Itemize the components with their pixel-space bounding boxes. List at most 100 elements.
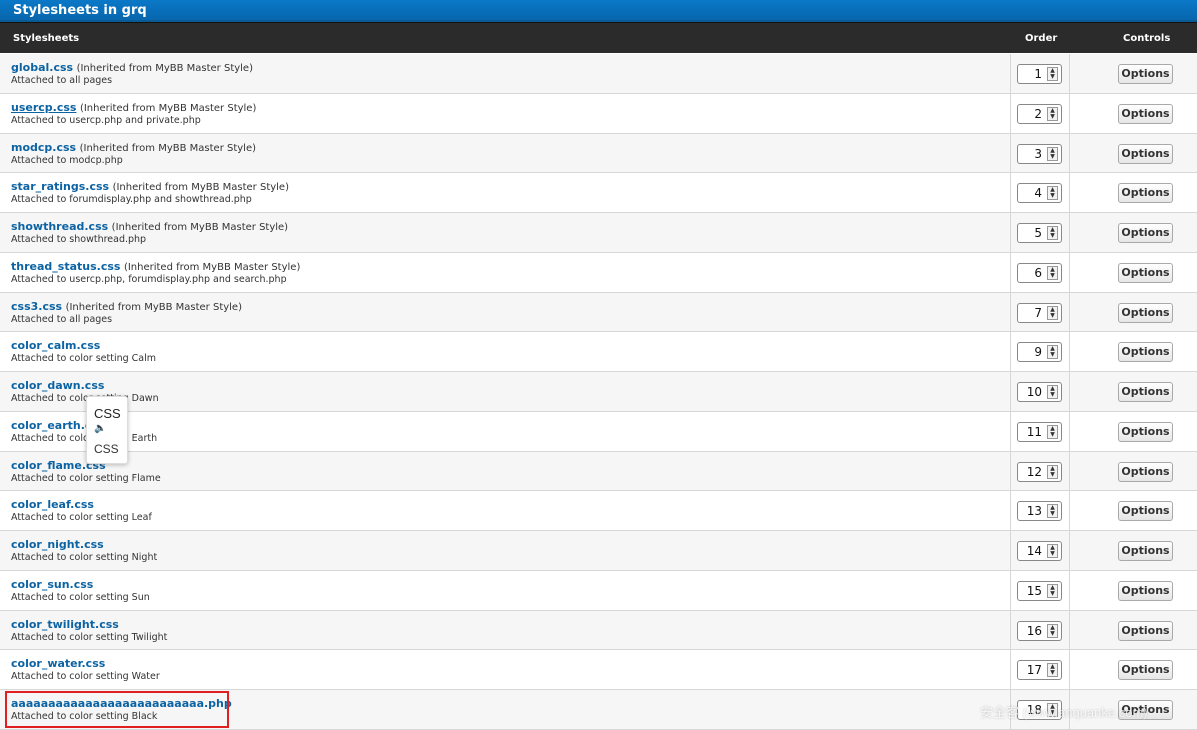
spinner-arrows-icon[interactable]: ▲ ▼ (1047, 583, 1058, 598)
options-button[interactable]: Options (1118, 342, 1173, 363)
order-value: 14 (1026, 544, 1042, 558)
spinner-arrows-icon[interactable]: ▲ ▼ (1047, 544, 1058, 558)
attached-info: Attached to color setting Water (11, 671, 160, 683)
attached-info: Attached to color setting Leaf (11, 512, 152, 524)
order-stepper[interactable]: 12 ▲ ▼ (1017, 461, 1062, 482)
options-button[interactable]: Options (1118, 382, 1173, 402)
stylesheet-link[interactable]: modcp.css (11, 141, 76, 154)
spinner-arrows-icon[interactable]: ▲ ▼ (1047, 106, 1058, 121)
column-divider (1010, 252, 1011, 292)
order-value: 11 (1026, 424, 1042, 439)
order-stepper[interactable]: 14 ▲ ▼ (1017, 541, 1062, 561)
order-stepper[interactable]: 13 ▲ ▼ (1017, 501, 1062, 522)
column-divider (1069, 690, 1070, 729)
order-value: 18 (1026, 703, 1042, 717)
order-stepper[interactable]: 17 ▲ ▼ (1017, 660, 1062, 681)
spinner-arrows-icon[interactable]: ▲ ▼ (1047, 464, 1058, 479)
order-stepper[interactable]: 10 ▲ ▼ (1017, 382, 1062, 402)
stylesheet-link[interactable]: color_calm.css (11, 339, 100, 352)
options-button[interactable]: Options (1118, 262, 1173, 283)
stylesheet-link[interactable]: css3.css (11, 300, 62, 313)
options-button[interactable]: Options (1118, 700, 1173, 720)
table-header: Stylesheets Order Controls (0, 22, 1197, 53)
stylesheet-name: color_twilight.css (11, 618, 119, 631)
stylesheet-link[interactable]: aaaaaaaaaaaaaaaaaaaaaaaaaa.php (11, 697, 232, 710)
options-button[interactable]: Options (1118, 223, 1173, 243)
stylesheet-name: usercp.css (Inherited from MyBB Master S… (11, 101, 256, 114)
inherited-note: (Inherited from MyBB Master Style) (79, 102, 257, 114)
spinner-arrows-icon[interactable]: ▲ ▼ (1047, 265, 1058, 280)
column-divider (1010, 570, 1011, 610)
order-stepper[interactable]: 4 ▲ ▼ (1017, 183, 1062, 204)
stylesheet-name: color_calm.css (11, 339, 100, 352)
spinner-arrows-icon[interactable]: ▲ ▼ (1047, 67, 1058, 81)
attached-info: Attached to color setting Flame (11, 472, 161, 484)
spinner-arrows-icon[interactable]: ▲ ▼ (1047, 146, 1058, 161)
order-stepper[interactable]: 3 ▲ ▼ (1017, 143, 1062, 164)
spinner-arrows-icon[interactable]: ▲ ▼ (1047, 226, 1058, 240)
table-row: aaaaaaaaaaaaaaaaaaaaaaaaaa.php Attached … (0, 690, 1197, 730)
stylesheet-name: showthread.css (Inherited from MyBB Mast… (11, 220, 288, 233)
spinner-arrows-icon[interactable]: ▲ ▼ (1047, 504, 1058, 519)
order-stepper[interactable]: 2 ▲ ▼ (1017, 103, 1062, 124)
stylesheet-name: aaaaaaaaaaaaaaaaaaaaaaaaaa.php (11, 697, 232, 710)
order-stepper[interactable]: 6 ▲ ▼ (1017, 262, 1062, 283)
stylesheet-link[interactable]: color_water.css (11, 657, 105, 670)
order-stepper[interactable]: 15 ▲ ▼ (1017, 580, 1062, 601)
order-value: 6 (1034, 265, 1042, 280)
order-stepper[interactable]: 16 ▲ ▼ (1017, 620, 1062, 641)
table-row: color_water.css Attached to color settin… (0, 650, 1197, 690)
options-button[interactable]: Options (1118, 660, 1173, 681)
stylesheet-link[interactable]: star_ratings.css (11, 180, 109, 193)
order-stepper[interactable]: 11 ▲ ▼ (1017, 421, 1062, 442)
options-button[interactable]: Options (1118, 421, 1173, 442)
spinner-arrows-icon[interactable]: ▲ ▼ (1047, 663, 1058, 678)
stylesheet-link[interactable]: color_sun.css (11, 578, 93, 591)
column-divider (1010, 372, 1011, 411)
stylesheet-link[interactable]: color_dawn.css (11, 379, 104, 392)
options-button[interactable]: Options (1118, 580, 1173, 601)
column-divider (1010, 173, 1011, 212)
options-button[interactable]: Options (1118, 620, 1173, 641)
spinner-arrows-icon[interactable]: ▲ ▼ (1047, 385, 1058, 399)
options-button[interactable]: Options (1118, 143, 1173, 164)
order-stepper[interactable]: 9 ▲ ▼ (1017, 342, 1062, 363)
table-row: color_calm.css Attached to color setting… (0, 332, 1197, 372)
column-divider (1069, 570, 1070, 610)
stylesheet-link[interactable]: thread_status.css (11, 260, 120, 273)
stylesheet-link[interactable]: color_twilight.css (11, 618, 119, 631)
stylesheet-link[interactable]: color_night.css (11, 538, 104, 551)
order-stepper[interactable]: 1 ▲ ▼ (1017, 64, 1062, 84)
stylesheet-link[interactable]: global.css (11, 61, 73, 74)
order-value: 5 (1034, 226, 1042, 240)
stylesheet-link[interactable]: color_leaf.css (11, 498, 94, 511)
order-value: 7 (1034, 305, 1042, 320)
speaker-icon[interactable]: 🔈 (94, 423, 106, 434)
order-stepper[interactable]: 18 ▲ ▼ (1017, 700, 1062, 720)
options-button[interactable]: Options (1118, 302, 1173, 323)
spinner-arrows-icon[interactable]: ▲ ▼ (1047, 186, 1058, 201)
table-row: color_earth.css Attached to color settin… (0, 411, 1197, 452)
order-stepper[interactable]: 5 ▲ ▼ (1017, 223, 1062, 243)
options-button[interactable]: Options (1118, 183, 1173, 204)
spinner-arrows-icon[interactable]: ▲ ▼ (1047, 345, 1058, 360)
order-stepper[interactable]: 7 ▲ ▼ (1017, 302, 1062, 323)
column-divider (1010, 610, 1011, 650)
options-button[interactable]: Options (1118, 501, 1173, 522)
column-divider (1069, 93, 1070, 133)
spinner-arrows-icon[interactable]: ▲ ▼ (1047, 703, 1058, 717)
options-button[interactable]: Options (1118, 103, 1173, 124)
stylesheet-link[interactable]: usercp.css (11, 101, 76, 114)
spinner-arrows-icon[interactable]: ▲ ▼ (1047, 305, 1058, 320)
options-button[interactable]: Options (1118, 541, 1173, 561)
spinner-arrows-icon[interactable]: ▲ ▼ (1047, 623, 1058, 638)
table-row: modcp.css (Inherited from MyBB Master St… (0, 133, 1197, 174)
options-button[interactable]: Options (1118, 64, 1173, 84)
options-button[interactable]: Options (1118, 461, 1173, 482)
order-value: 2 (1034, 106, 1042, 121)
attached-info: Attached to usercp.php and private.php (11, 114, 201, 126)
spinner-arrows-icon[interactable]: ▲ ▼ (1047, 424, 1058, 439)
stylesheet-link[interactable]: showthread.css (11, 220, 108, 233)
attached-info: Attached to color setting Dawn (11, 393, 159, 404)
column-header-order: Order (1025, 33, 1058, 44)
